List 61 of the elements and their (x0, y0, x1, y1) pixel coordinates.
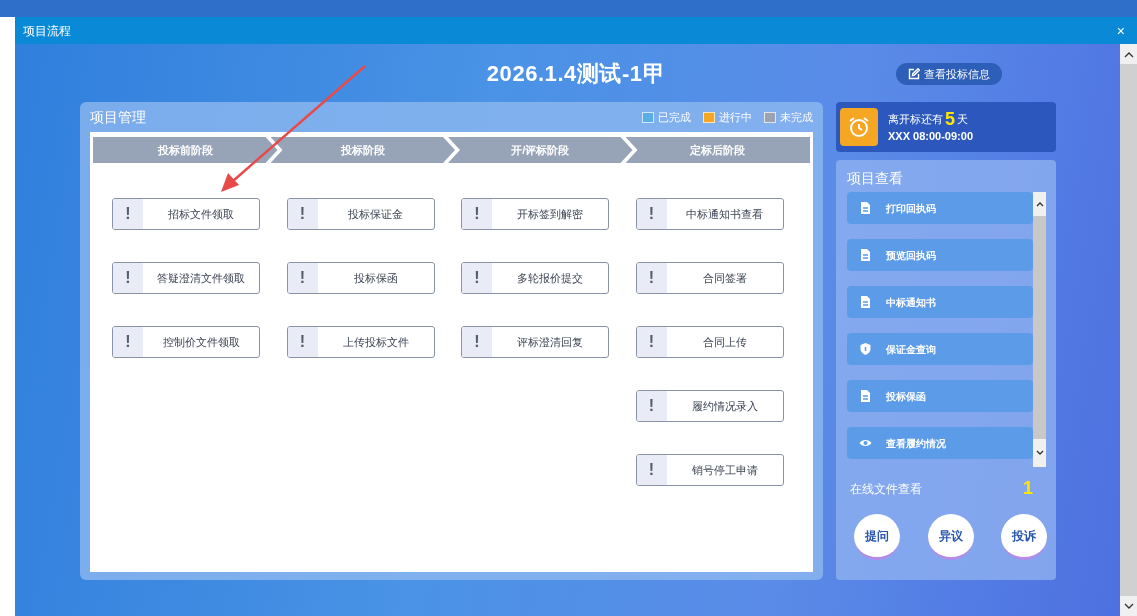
action-button[interactable]: 提问 (854, 514, 900, 560)
status-mark: ! (287, 327, 318, 357)
opening-time: XXX 08:00-09:00 (888, 128, 973, 144)
status-mark: ! (636, 327, 667, 357)
status-mark: ! (462, 199, 492, 229)
stage-header: 开/评标阶段 (448, 137, 633, 163)
task-button[interactable]: ! 中标通知书查看 (635, 198, 784, 230)
task-button[interactable]: ! 投标保证金 (286, 198, 435, 230)
status-mark: ! (113, 327, 143, 357)
task-button[interactable]: ! 合同上传 (635, 326, 784, 358)
project-title: 2026.1.4测试-1甲 (486, 59, 666, 88)
task-button[interactable]: ! 评标澄清回复 (461, 326, 609, 358)
task-button[interactable]: ! 履约情况录入 (635, 390, 784, 422)
document-icon (859, 389, 872, 403)
scroll-up-icon[interactable] (1123, 50, 1134, 58)
panel-title: 项目查看 (847, 169, 904, 188)
status-mark: ! (636, 263, 667, 293)
action-button[interactable]: 投诉 (1001, 514, 1047, 560)
shield-icon (859, 342, 872, 356)
status-mark: ! (287, 263, 318, 293)
stage-header: 定标后阶段 (625, 137, 810, 163)
status-mark: ! (287, 199, 318, 229)
window-title: 项目流程 (23, 22, 71, 40)
stage-header: 投标阶段 (270, 137, 455, 163)
task-button[interactable]: ! 答疑澄清文件领取 (112, 262, 260, 294)
online-files-label: 在线文件查看 (850, 480, 922, 498)
alarm-clock-icon (840, 108, 878, 146)
status-mark: ! (636, 455, 667, 485)
countdown-label: 离开标还有 (888, 112, 943, 128)
scroll-down-icon[interactable] (1123, 602, 1134, 610)
task-button[interactable]: ! 控制价文件领取 (112, 326, 260, 358)
document-icon (859, 248, 872, 262)
task-button[interactable]: ! 开标签到解密 (461, 198, 609, 230)
status-mark: ! (462, 327, 492, 357)
days-unit: 天 (957, 112, 968, 128)
close-button[interactable]: × (1112, 23, 1129, 38)
edit-icon (908, 68, 920, 80)
task-button[interactable]: ! 上传投标文件 (286, 326, 435, 358)
scroll-down-icon[interactable] (1035, 450, 1044, 456)
status-mark: ! (636, 199, 667, 229)
task-button[interactable]: ! 合同签署 (635, 262, 784, 294)
online-files-count: 1 (1023, 477, 1033, 500)
document-icon (859, 295, 872, 309)
task-button[interactable]: ! 多轮报价提交 (461, 262, 609, 294)
view-bid-info-button[interactable]: 查看投标信息 (896, 63, 1002, 85)
status-mark: ! (636, 391, 667, 421)
days-count: 5 (945, 109, 955, 128)
task-button[interactable]: ! 销号停工申请 (635, 454, 784, 486)
legend-label: 未完成 (780, 109, 813, 125)
task-button[interactable]: ! 投标保函 (286, 262, 435, 294)
panel-title: 项目管理 (90, 107, 146, 127)
action-button[interactable]: 异议 (927, 514, 974, 560)
legend-label: 已完成 (658, 109, 691, 125)
document-icon (859, 201, 872, 215)
task-button[interactable]: ! 招标文件领取 (112, 198, 260, 230)
scroll-up-icon[interactable] (1035, 201, 1044, 207)
status-mark: ! (113, 199, 143, 229)
status-mark: ! (113, 263, 143, 293)
stage-header: 投标前阶段 (93, 137, 278, 163)
status-mark: ! (462, 263, 492, 293)
legend-label: 进行中 (719, 109, 752, 125)
